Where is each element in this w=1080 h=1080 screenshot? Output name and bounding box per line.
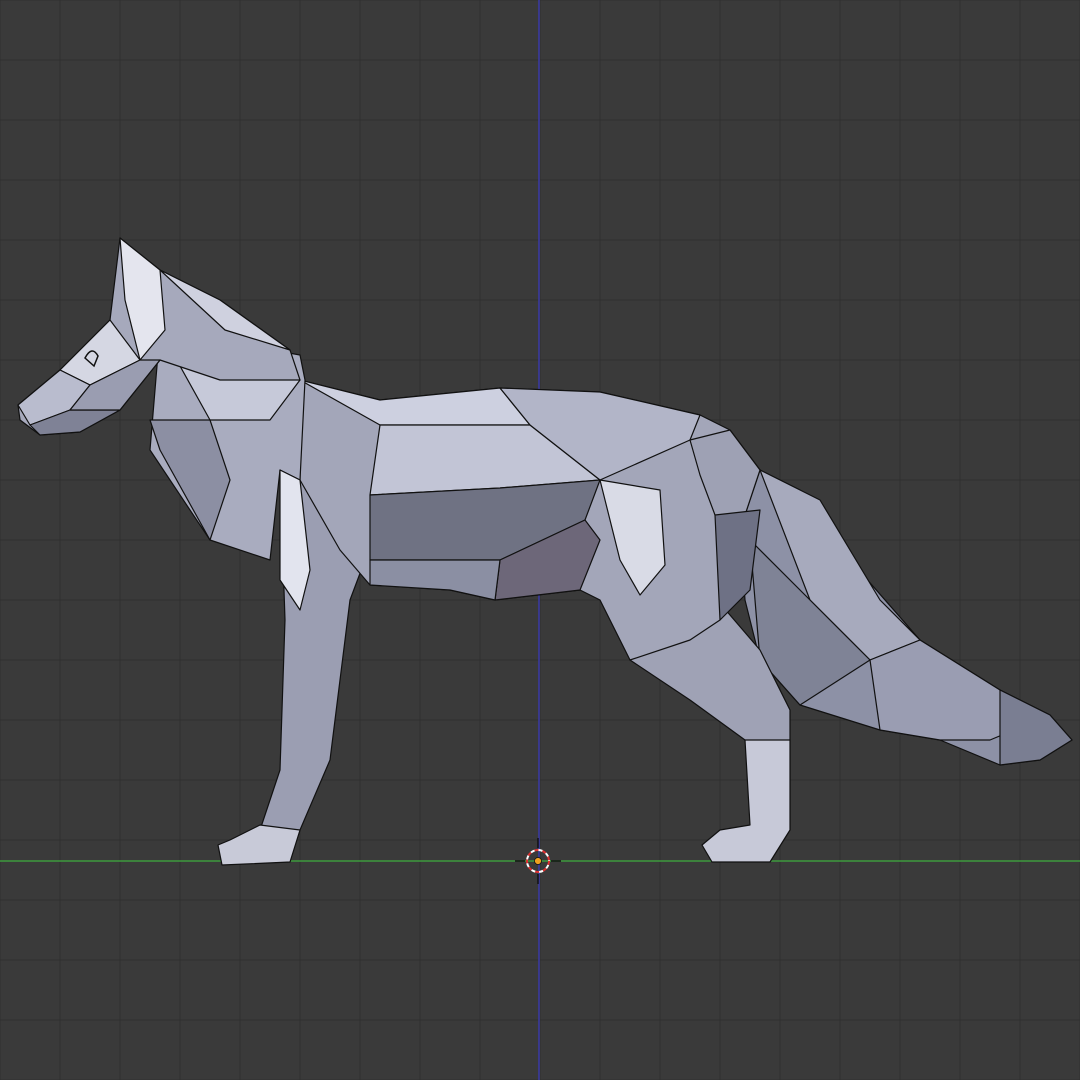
3d-viewport[interactable] [0,0,1080,1080]
origin-point [534,857,542,865]
